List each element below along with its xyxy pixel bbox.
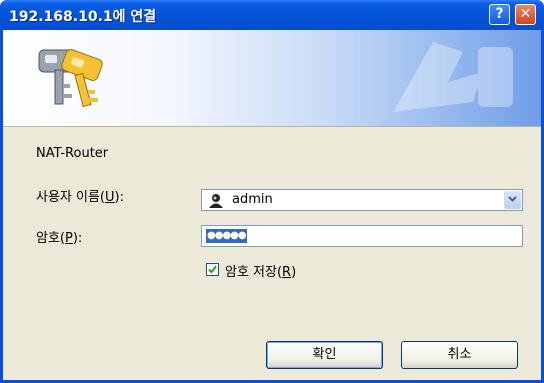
banner-keys-watermark: [393, 42, 513, 112]
realm-text: NAT-Router: [36, 146, 109, 161]
user-icon: [209, 194, 223, 208]
close-icon: ✕: [519, 6, 532, 22]
title-bar[interactable]: 192.168.10.1에 연결 ? ✕: [0, 0, 544, 30]
chevron-down-icon: [508, 196, 517, 202]
ok-button[interactable]: 확인: [266, 341, 383, 369]
password-mask: ●●●●●: [206, 229, 247, 243]
help-button[interactable]: ?: [489, 4, 510, 25]
username-combobox[interactable]: admin: [201, 189, 523, 211]
close-button[interactable]: ✕: [515, 4, 536, 25]
password-label: 암호(P):: [36, 231, 83, 246]
username-label: 사용자 이름(U):: [36, 190, 124, 205]
help-icon: ?: [495, 6, 504, 22]
remember-password-checkbox[interactable]: [206, 263, 219, 276]
header-banner: [3, 30, 541, 127]
keys-icon: [38, 49, 103, 108]
username-dropdown-button[interactable]: [504, 191, 521, 209]
check-icon: [208, 265, 217, 274]
password-field[interactable]: ●●●●●: [201, 225, 523, 247]
dialog-body: NAT-Router 사용자 이름(U): admin 암호(P): ●●●●●: [3, 30, 541, 380]
connect-dialog: 192.168.10.1에 연결 ? ✕ NAT-Router 사용자 이름(U…: [0, 0, 544, 383]
username-value: admin: [232, 192, 273, 207]
cancel-button[interactable]: 취소: [401, 341, 518, 369]
window-title: 192.168.10.1에 연결: [9, 9, 157, 25]
remember-password-label[interactable]: 암호 저장(R): [225, 261, 296, 280]
